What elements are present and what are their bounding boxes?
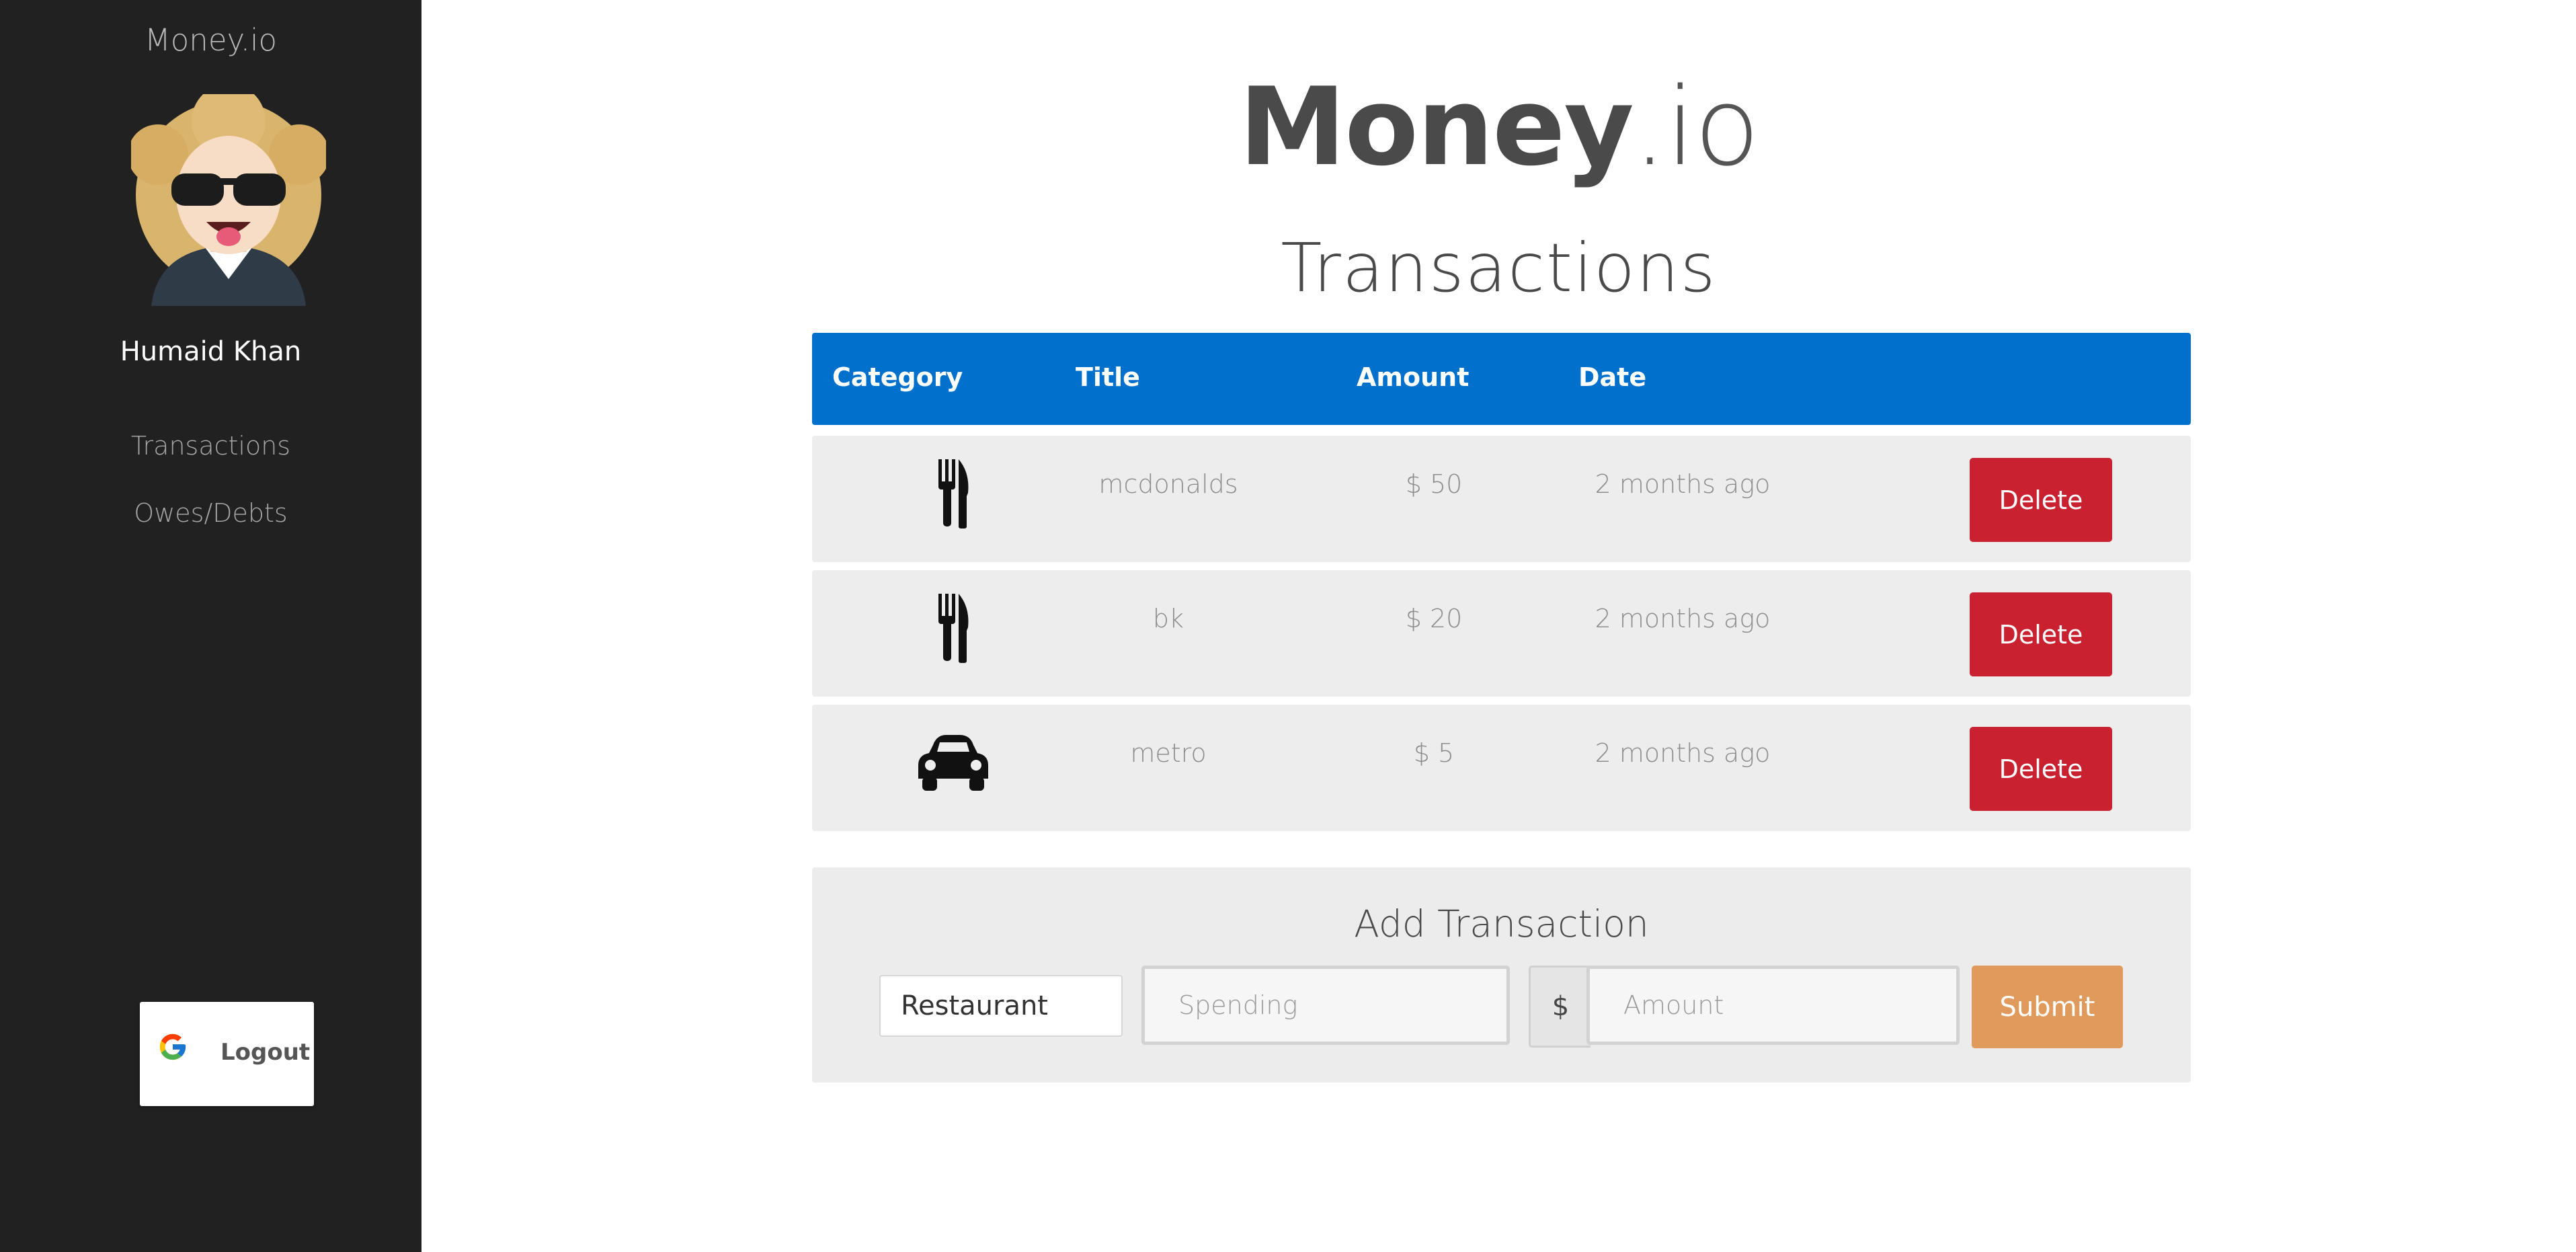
page-title: Money.io (421, 64, 2576, 190)
row-date: 2 months ago (1595, 469, 1771, 499)
sidebar-item-transactions[interactable]: Transactions (0, 429, 421, 496)
page-title-light: .io (1632, 64, 1760, 190)
column-header-amount: Amount (1357, 362, 1470, 392)
category-select[interactable]: Restaurant (879, 975, 1123, 1037)
section-title: Transactions (1281, 229, 1717, 307)
spending-title-input[interactable] (1141, 966, 1510, 1045)
row-amount: $ 20 (1405, 604, 1463, 633)
sidebar-brand: Money.io (144, 22, 278, 58)
sidebar: Money.io Humaid Khan Transactions Owes/D… (0, 0, 421, 1252)
add-transaction-panel: Add Transaction Restaurant $ Submit (812, 867, 2191, 1083)
sidebar-nav: Transactions Owes/Debts (0, 429, 421, 563)
table-row: mcdonalds $ 50 2 months ago Delete (812, 436, 2191, 562)
row-date: 2 months ago (1595, 738, 1771, 768)
row-date: 2 months ago (1595, 604, 1771, 633)
google-icon (159, 1033, 186, 1060)
table-row: bk $ 20 2 months ago Delete (812, 570, 2191, 697)
logout-button[interactable]: Logout (140, 1002, 314, 1106)
sidebar-item-owes-debts[interactable]: Owes/Debts (0, 496, 421, 563)
amount-input[interactable] (1586, 966, 1960, 1045)
delete-button[interactable]: Delete (1970, 727, 2112, 811)
restaurant-icon (938, 459, 969, 529)
row-title: metro (1130, 738, 1207, 768)
row-title: mcdonalds (1098, 469, 1238, 499)
row-amount: $ 50 (1405, 469, 1463, 499)
car-icon (918, 735, 988, 791)
page-title-bold: Money (1238, 64, 1634, 190)
row-amount: $ 5 (1413, 738, 1455, 768)
currency-addon: $ (1529, 966, 1591, 1048)
delete-button[interactable]: Delete (1970, 458, 2112, 542)
user-avatar (131, 94, 326, 306)
table-header: Category Title Amount Date (812, 333, 2191, 425)
column-header-title: Title (1076, 362, 1140, 392)
restaurant-icon (938, 594, 969, 663)
delete-button[interactable]: Delete (1970, 592, 2112, 676)
user-name: Humaid Khan (120, 336, 302, 367)
add-transaction-title: Add Transaction (1354, 902, 1649, 945)
submit-button[interactable]: Submit (1972, 966, 2123, 1048)
row-title: bk (1152, 604, 1184, 633)
table-row: metro $ 5 2 months ago Delete (812, 705, 2191, 831)
column-header-category: Category (832, 362, 963, 392)
logout-label: Logout (220, 1039, 311, 1066)
column-header-date: Date (1578, 362, 1647, 392)
